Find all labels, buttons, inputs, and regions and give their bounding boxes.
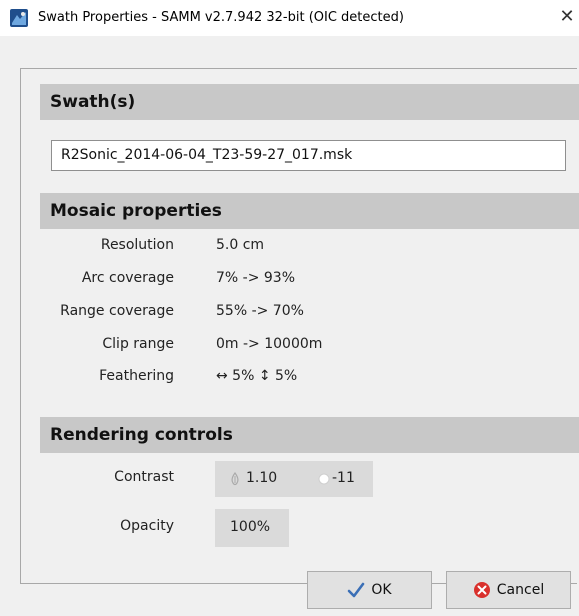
title-bar: Swath Properties - SAMM v2.7.942 32-bit … <box>0 0 579 36</box>
window-title: Swath Properties - SAMM v2.7.942 32-bit … <box>38 10 404 25</box>
cancel-button[interactable]: Cancel <box>446 571 571 609</box>
ok-button[interactable]: OK <box>307 571 432 609</box>
mosaic-properties-header: Mosaic properties <box>40 193 579 229</box>
range-coverage-value: 55% -> 70% <box>216 303 304 319</box>
swath-file-field[interactable]: R2Sonic_2014-06-04_T23-59-27_017.msk <box>51 140 566 171</box>
arc-coverage-label: Arc coverage <box>81 270 174 286</box>
checkmark-icon <box>348 582 365 598</box>
cancel-icon <box>473 582 490 598</box>
arc-coverage-value: 7% -> 93% <box>216 270 296 286</box>
cancel-label: Cancel <box>496 582 545 598</box>
brightness-icon <box>318 473 330 485</box>
close-icon[interactable]: ✕ <box>555 5 579 29</box>
swath-properties-dialog: Swath Properties - SAMM v2.7.942 32-bit … <box>0 0 579 616</box>
resolution-value: 5.0 cm <box>216 237 265 253</box>
contrast-label: Contrast <box>114 469 174 485</box>
range-coverage-label: Range coverage <box>60 303 174 319</box>
contrast-icon <box>231 472 239 486</box>
feathering-value: ↔ 5% ↕ 5% <box>216 368 298 384</box>
swaths-header: Swath(s) <box>40 84 579 120</box>
ok-label: OK <box>371 582 392 598</box>
contrast-control[interactable]: 1.10 -11 <box>215 461 373 497</box>
brightness-value[interactable]: -11 <box>332 470 355 486</box>
opacity-label: Opacity <box>120 518 174 534</box>
opacity-control[interactable]: 100% <box>215 509 289 547</box>
opacity-value[interactable]: 100% <box>230 519 270 535</box>
resolution-label: Resolution <box>100 237 174 253</box>
contrast-value[interactable]: 1.10 <box>246 470 277 486</box>
feathering-label: Feathering <box>99 368 174 384</box>
samm-app-icon <box>10 9 28 27</box>
clip-range-value: 0m -> 10000m <box>216 336 323 352</box>
rendering-controls-header: Rendering controls <box>40 417 579 453</box>
clip-range-label: Clip range <box>102 336 174 352</box>
